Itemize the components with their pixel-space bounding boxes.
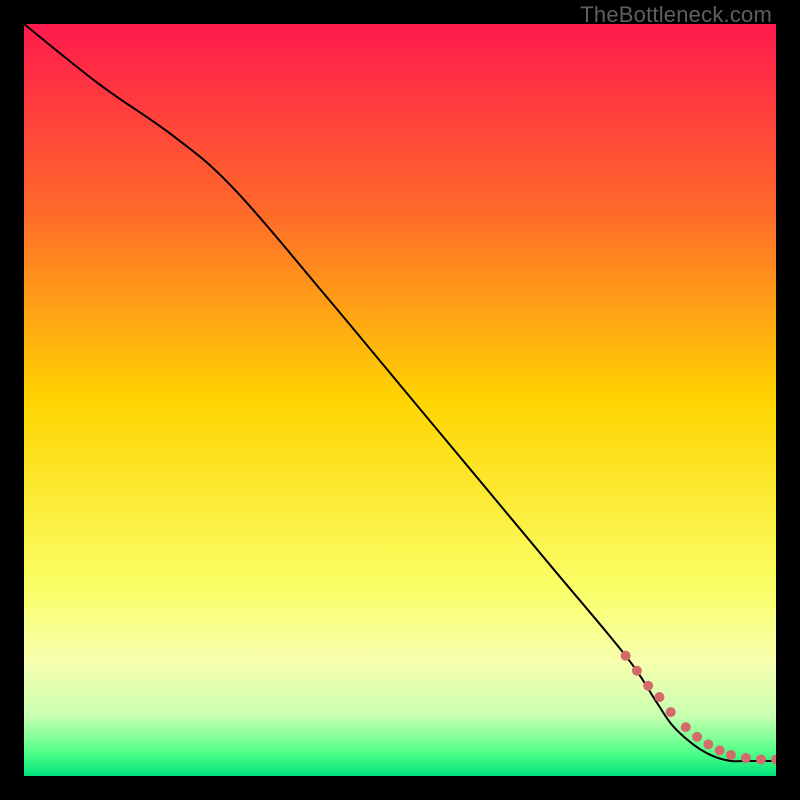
- chart-frame: [24, 24, 776, 776]
- marker-point: [632, 666, 642, 676]
- marker-point: [715, 745, 725, 755]
- marker-point: [756, 754, 766, 764]
- marker-point: [666, 707, 676, 717]
- watermark-text: TheBottleneck.com: [580, 2, 772, 28]
- gradient-background: [24, 24, 776, 776]
- bottleneck-chart: [24, 24, 776, 776]
- marker-point: [703, 739, 713, 749]
- marker-point: [681, 722, 691, 732]
- marker-point: [654, 692, 664, 702]
- marker-point: [692, 732, 702, 742]
- marker-point: [643, 681, 653, 691]
- marker-point: [621, 651, 631, 661]
- marker-point: [741, 753, 751, 763]
- marker-point: [726, 750, 736, 760]
